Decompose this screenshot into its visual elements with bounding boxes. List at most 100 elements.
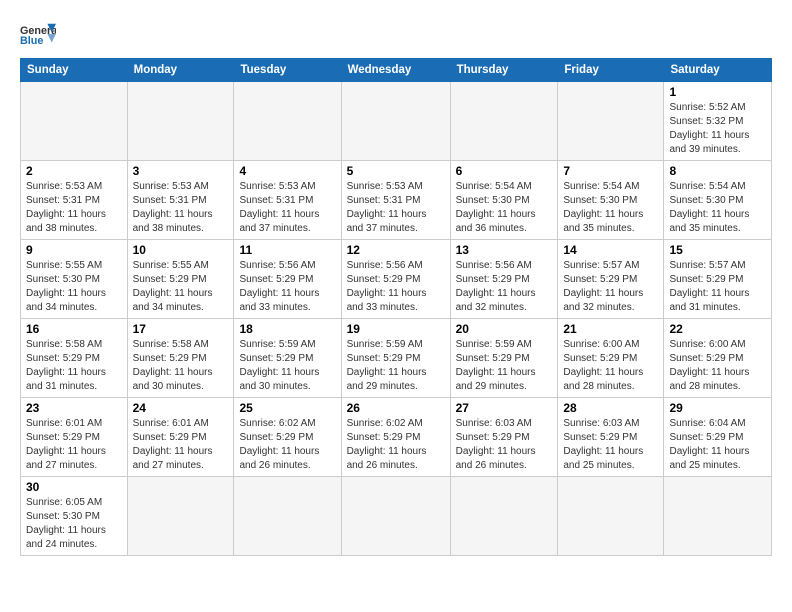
day-info: Sunrise: 5:54 AM Sunset: 5:30 PM Dayligh… [669, 180, 766, 236]
calendar-cell: 6 Sunrise: 5:54 AM Sunset: 5:30 PM Daylig… [450, 161, 558, 240]
logo-icon: General Blue [20, 22, 56, 50]
day-number: 10 [133, 243, 229, 257]
day-number: 27 [456, 401, 553, 415]
day-info: Sunrise: 5:53 AM Sunset: 5:31 PM Dayligh… [347, 180, 445, 236]
calendar-cell: 23 Sunrise: 6:01 AM Sunset: 5:29 PM Dayli… [21, 398, 128, 477]
calendar-cell: 2Sunrise: 5:53 AM Sunset: 5:31 PM Daylig… [21, 161, 128, 240]
day-info: Sunrise: 5:53 AM Sunset: 5:31 PM Dayligh… [26, 180, 122, 236]
calendar-cell: 17 Sunrise: 5:58 AM Sunset: 5:29 PM Dayli… [127, 319, 234, 398]
day-info: Sunrise: 5:53 AM Sunset: 5:31 PM Dayligh… [133, 180, 229, 236]
day-number: 20 [456, 322, 553, 336]
calendar-cell: 20 Sunrise: 5:59 AM Sunset: 5:29 PM Dayli… [450, 319, 558, 398]
calendar-cell [234, 477, 341, 556]
day-number: 6 [456, 164, 553, 178]
calendar-cell: 11Sunrise: 5:56 AM Sunset: 5:29 PM Dayli… [234, 240, 341, 319]
calendar-week-row: 9 Sunrise: 5:55 AM Sunset: 5:30 PM Daylig… [21, 240, 772, 319]
calendar-cell [127, 82, 234, 161]
calendar-week-row: 23 Sunrise: 6:01 AM Sunset: 5:29 PM Dayli… [21, 398, 772, 477]
calendar-cell: 15Sunrise: 5:57 AM Sunset: 5:29 PM Dayli… [664, 240, 772, 319]
day-header-saturday: Saturday [664, 59, 772, 82]
calendar-cell: 25Sunrise: 6:02 AM Sunset: 5:29 PM Dayli… [234, 398, 341, 477]
calendar-cell: 8 Sunrise: 5:54 AM Sunset: 5:30 PM Daylig… [664, 161, 772, 240]
day-number: 28 [563, 401, 658, 415]
day-number: 4 [239, 164, 335, 178]
day-info: Sunrise: 5:58 AM Sunset: 5:29 PM Dayligh… [26, 338, 122, 394]
day-number: 21 [563, 322, 658, 336]
day-number: 17 [133, 322, 229, 336]
calendar-cell [558, 82, 664, 161]
day-header-thursday: Thursday [450, 59, 558, 82]
calendar-cell: 16Sunrise: 5:58 AM Sunset: 5:29 PM Dayli… [21, 319, 128, 398]
calendar-cell: 4 Sunrise: 5:53 AM Sunset: 5:31 PM Daylig… [234, 161, 341, 240]
day-number: 3 [133, 164, 229, 178]
day-info: Sunrise: 6:02 AM Sunset: 5:29 PM Dayligh… [239, 417, 335, 473]
day-number: 23 [26, 401, 122, 415]
calendar-cell: 18 Sunrise: 5:59 AM Sunset: 5:29 PM Dayli… [234, 319, 341, 398]
calendar-cell: 19Sunrise: 5:59 AM Sunset: 5:29 PM Dayli… [341, 319, 450, 398]
day-number: 29 [669, 401, 766, 415]
day-number: 8 [669, 164, 766, 178]
calendar-cell: 24 Sunrise: 6:01 AM Sunset: 5:29 PM Dayli… [127, 398, 234, 477]
svg-text:Blue: Blue [20, 35, 43, 47]
day-number: 5 [347, 164, 445, 178]
calendar-cell [127, 477, 234, 556]
day-info: Sunrise: 6:01 AM Sunset: 5:29 PM Dayligh… [133, 417, 229, 473]
day-info: Sunrise: 6:00 AM Sunset: 5:29 PM Dayligh… [669, 338, 766, 394]
calendar-cell: 9 Sunrise: 5:55 AM Sunset: 5:30 PM Daylig… [21, 240, 128, 319]
day-number: 7 [563, 164, 658, 178]
day-info: Sunrise: 5:55 AM Sunset: 5:29 PM Dayligh… [133, 259, 229, 315]
day-info: Sunrise: 6:01 AM Sunset: 5:29 PM Dayligh… [26, 417, 122, 473]
day-info: Sunrise: 5:56 AM Sunset: 5:29 PM Dayligh… [456, 259, 553, 315]
calendar-header-row: SundayMondayTuesdayWednesdayThursdayFrid… [21, 59, 772, 82]
day-number: 18 [239, 322, 335, 336]
calendar-cell: 29Sunrise: 6:04 AM Sunset: 5:29 PM Dayli… [664, 398, 772, 477]
calendar-cell [558, 477, 664, 556]
calendar-cell [21, 82, 128, 161]
day-number: 24 [133, 401, 229, 415]
day-number: 22 [669, 322, 766, 336]
day-info: Sunrise: 6:03 AM Sunset: 5:29 PM Dayligh… [563, 417, 658, 473]
calendar-cell [341, 82, 450, 161]
day-info: Sunrise: 5:56 AM Sunset: 5:29 PM Dayligh… [347, 259, 445, 315]
calendar-cell: 26 Sunrise: 6:02 AM Sunset: 5:29 PM Dayli… [341, 398, 450, 477]
day-header-monday: Monday [127, 59, 234, 82]
day-header-sunday: Sunday [21, 59, 128, 82]
calendar-cell: 22 Sunrise: 6:00 AM Sunset: 5:29 PM Dayli… [664, 319, 772, 398]
day-info: Sunrise: 5:53 AM Sunset: 5:31 PM Dayligh… [239, 180, 335, 236]
day-info: Sunrise: 5:54 AM Sunset: 5:30 PM Dayligh… [456, 180, 553, 236]
day-number: 26 [347, 401, 445, 415]
calendar-week-row: 1Sunrise: 5:52 AM Sunset: 5:32 PM Daylig… [21, 82, 772, 161]
day-header-wednesday: Wednesday [341, 59, 450, 82]
day-info: Sunrise: 5:56 AM Sunset: 5:29 PM Dayligh… [239, 259, 335, 315]
day-number: 12 [347, 243, 445, 257]
day-number: 30 [26, 480, 122, 494]
day-info: Sunrise: 5:59 AM Sunset: 5:29 PM Dayligh… [347, 338, 445, 394]
day-number: 9 [26, 243, 122, 257]
calendar-cell: 13Sunrise: 5:56 AM Sunset: 5:29 PM Dayli… [450, 240, 558, 319]
day-info: Sunrise: 5:54 AM Sunset: 5:30 PM Dayligh… [563, 180, 658, 236]
calendar-cell: 14 Sunrise: 5:57 AM Sunset: 5:29 PM Dayli… [558, 240, 664, 319]
day-info: Sunrise: 5:52 AM Sunset: 5:32 PM Dayligh… [669, 101, 766, 157]
calendar-cell: 7 Sunrise: 5:54 AM Sunset: 5:30 PM Daylig… [558, 161, 664, 240]
calendar-cell: 3 Sunrise: 5:53 AM Sunset: 5:31 PM Daylig… [127, 161, 234, 240]
day-info: Sunrise: 5:59 AM Sunset: 5:29 PM Dayligh… [239, 338, 335, 394]
calendar-cell: 12 Sunrise: 5:56 AM Sunset: 5:29 PM Dayli… [341, 240, 450, 319]
day-info: Sunrise: 6:02 AM Sunset: 5:29 PM Dayligh… [347, 417, 445, 473]
day-info: Sunrise: 6:03 AM Sunset: 5:29 PM Dayligh… [456, 417, 553, 473]
day-info: Sunrise: 6:00 AM Sunset: 5:29 PM Dayligh… [563, 338, 658, 394]
calendar-table: SundayMondayTuesdayWednesdayThursdayFrid… [20, 58, 772, 556]
day-info: Sunrise: 5:59 AM Sunset: 5:29 PM Dayligh… [456, 338, 553, 394]
day-info: Sunrise: 5:57 AM Sunset: 5:29 PM Dayligh… [669, 259, 766, 315]
logo: General Blue [20, 22, 56, 50]
calendar-cell: 5 Sunrise: 5:53 AM Sunset: 5:31 PM Daylig… [341, 161, 450, 240]
calendar-cell: 1Sunrise: 5:52 AM Sunset: 5:32 PM Daylig… [664, 82, 772, 161]
day-info: Sunrise: 5:58 AM Sunset: 5:29 PM Dayligh… [133, 338, 229, 394]
day-info: Sunrise: 6:05 AM Sunset: 5:30 PM Dayligh… [26, 496, 122, 552]
calendar-cell [664, 477, 772, 556]
day-info: Sunrise: 5:55 AM Sunset: 5:30 PM Dayligh… [26, 259, 122, 315]
day-number: 14 [563, 243, 658, 257]
calendar-cell: 27 Sunrise: 6:03 AM Sunset: 5:29 PM Dayli… [450, 398, 558, 477]
calendar-week-row: 2Sunrise: 5:53 AM Sunset: 5:31 PM Daylig… [21, 161, 772, 240]
day-info: Sunrise: 5:57 AM Sunset: 5:29 PM Dayligh… [563, 259, 658, 315]
calendar-week-row: 16Sunrise: 5:58 AM Sunset: 5:29 PM Dayli… [21, 319, 772, 398]
